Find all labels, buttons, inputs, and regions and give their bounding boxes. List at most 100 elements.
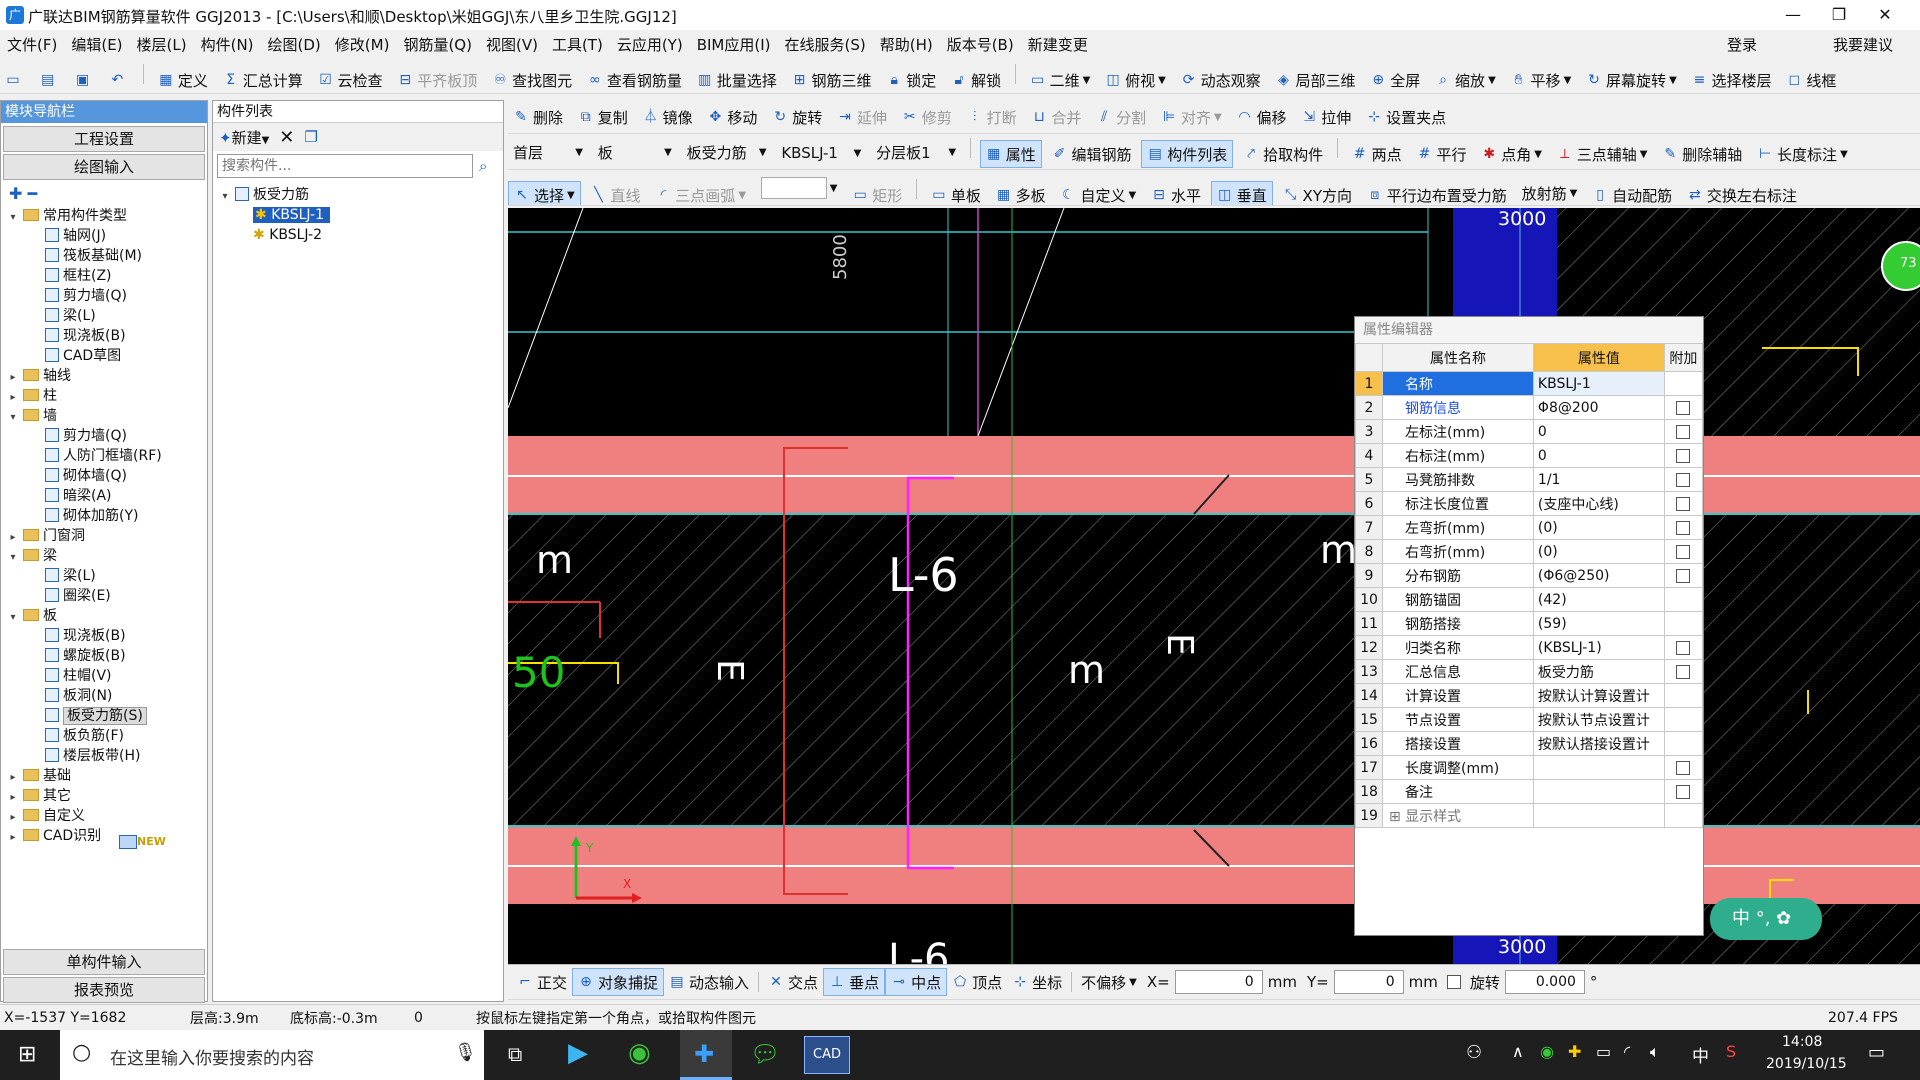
tree-root-slab-rebar[interactable]: ▾ 板受力筋 (219, 185, 503, 205)
collapse-all-icon[interactable]: ━ (28, 184, 38, 203)
nav-tree-item[interactable]: ▸ 柱 (7, 386, 207, 406)
people-icon[interactable]: ⚇ (1466, 1042, 1482, 1063)
menu-help[interactable]: 帮助(H) (873, 30, 940, 60)
parallel-edge-rebar-button[interactable]: ⧈ 平行边布置受力筋 (1362, 181, 1512, 205)
property-value[interactable]: (支座中心线) (1532, 491, 1665, 516)
tray-browser-icon[interactable]: ◉ (1540, 1042, 1554, 1061)
offset-button[interactable]: ◠ 偏移 (1231, 103, 1291, 131)
property-value[interactable]: 按默认节点设置计 (1532, 707, 1665, 732)
horizontal-button[interactable]: ⊟ 水平 (1146, 181, 1206, 205)
browser-icon[interactable]: ◉ (628, 1038, 651, 1068)
nav-tree-item[interactable]: 板洞(N) (7, 686, 207, 706)
property-row[interactable]: 1 名称 KBSLJ-1 (1355, 371, 1704, 396)
cad-app-icon[interactable]: CAD (804, 1036, 850, 1074)
menu-modify[interactable]: 修改(M) (328, 30, 397, 60)
add-checkbox[interactable] (1676, 400, 1691, 415)
property-value[interactable]: 0 (1532, 419, 1665, 444)
property-row[interactable]: 6 标注长度位置 (支座中心线) (1355, 491, 1704, 516)
add-checkbox[interactable] (1676, 448, 1691, 463)
rebar-3d-button[interactable]: ⊞ 钢筋三维 (786, 66, 876, 93)
batch-select-button[interactable]: ▥ 批量选择 (692, 66, 782, 93)
trim-button[interactable]: ✂ 修剪 (897, 103, 957, 131)
select-floor-button[interactable]: ≡ 选择楼层 (1687, 66, 1777, 93)
select-button[interactable]: ↖ 选择 ▼ (508, 181, 581, 205)
rectangle-button[interactable]: ▭ 矩形 (847, 181, 907, 205)
single-component-input-button[interactable]: 单构件输入 (3, 949, 205, 975)
expand-toggle-icon[interactable]: ▸ (7, 388, 19, 408)
radial-rebar-button[interactable]: 放射筋 ▼ (1517, 180, 1583, 206)
new-file-button[interactable]: ▭ (0, 66, 30, 93)
property-row[interactable]: 12 归类名称 (KBSLJ-1) (1355, 635, 1704, 660)
multi-slab-button[interactable]: ▦ 多板 (991, 181, 1051, 205)
menu-tools[interactable]: 工具(T) (545, 30, 610, 60)
property-value[interactable]: 1/1 (1532, 467, 1665, 492)
component-search-input[interactable] (217, 154, 473, 178)
nav-tree-item[interactable]: 砌体加筋(Y) (7, 506, 207, 526)
expand-icon[interactable]: ⊞ (1389, 809, 1405, 825)
nav-tree-item[interactable]: 现浇板(B) (7, 626, 207, 646)
properties-button[interactable]: ▦ 属性 (979, 140, 1042, 168)
nav-tree-item[interactable]: 剪力墙(Q) (7, 286, 207, 306)
nav-tree-item[interactable]: 楼层板带(H) (7, 746, 207, 766)
component-item-kbslj-2[interactable]: ✱ KBSLJ-2 (219, 225, 503, 245)
add-checkbox[interactable] (1676, 760, 1691, 775)
intersection-snap-button[interactable]: ✕ 交点 (763, 968, 823, 996)
property-value[interactable] (1532, 803, 1665, 828)
save-button[interactable]: ▣ (70, 66, 100, 93)
wifi-icon[interactable]: ◜ (1624, 1042, 1630, 1061)
minimize-button[interactable]: — (1770, 0, 1816, 30)
split-button[interactable]: ⫽ 分割 (1091, 103, 1151, 131)
arc-type-select[interactable]: ▼ (756, 174, 843, 202)
sogou-icon[interactable]: S (1726, 1042, 1736, 1061)
nav-tree-item[interactable]: ▾ 常用构件类型 (7, 206, 207, 226)
align-button[interactable]: ⊫ 对齐 ▼ (1156, 103, 1227, 131)
property-value[interactable]: (42) (1532, 587, 1665, 612)
nav-tree-item[interactable]: ▾ 墙 (7, 406, 207, 426)
rotate-checkbox[interactable] (1446, 975, 1461, 989)
suggest-button[interactable]: 我要建议 (1826, 30, 1900, 60)
edit-rebar-button[interactable]: ✐ 编辑钢筋 (1046, 140, 1136, 168)
property-row[interactable]: 3 左标注(mm) 0 (1355, 419, 1704, 444)
break-button[interactable]: ⫶ 打断 (962, 103, 1022, 131)
component-select[interactable]: KBSLJ-1 ▼ (776, 139, 866, 167)
project-settings-button[interactable]: 工程设置 (3, 126, 205, 152)
property-value[interactable]: (Φ6@250) (1532, 563, 1665, 588)
tray-plus-icon[interactable]: ✚ (1568, 1042, 1581, 1061)
find-element-button[interactable]: ♾ 查找图元 (487, 66, 577, 93)
layer-select[interactable]: 分层板1 ▼ (871, 139, 961, 167)
wireframe-button[interactable]: ◻ 线框 (1781, 66, 1841, 93)
property-value[interactable]: (0) (1532, 539, 1665, 564)
component-list-button[interactable]: ▤ 构件列表 (1141, 140, 1234, 168)
property-row[interactable]: 13 汇总信息 板受力筋 (1355, 659, 1704, 684)
nav-tree-item[interactable]: 现浇板(B) (7, 326, 207, 346)
add-checkbox[interactable] (1676, 568, 1691, 583)
two-point-button[interactable]: # 两点 (1347, 140, 1407, 168)
menu-cloud[interactable]: 云应用(Y) (610, 30, 690, 60)
property-row[interactable]: 17 长度调整(mm) (1355, 755, 1704, 780)
add-checkbox[interactable] (1676, 472, 1691, 487)
collapse-toggle-icon[interactable]: ▾ (7, 608, 19, 628)
add-checkbox[interactable] (1676, 664, 1691, 679)
copy-button[interactable]: ⧉ 复制 (573, 103, 633, 131)
collapse-toggle-icon[interactable]: ▾ (7, 548, 19, 568)
expand-toggle-icon[interactable]: ▸ (7, 768, 19, 788)
property-value[interactable]: 按默认计算设置计 (1532, 683, 1665, 708)
point-angle-button[interactable]: ✱ 点角 ▼ (1476, 140, 1547, 168)
property-row[interactable]: 5 马凳筋排数 1/1 (1355, 467, 1704, 492)
three-point-axis-button[interactable]: ⟂ 三点辅轴 ▼ (1552, 140, 1653, 168)
menu-view[interactable]: 视图(V) (479, 30, 545, 60)
wechat-icon[interactable]: 💬︎ (750, 1040, 780, 1068)
drawing-canvas[interactable]: Y X 5800 3000 3000 L-6 L-6 m m m E E 50 … (508, 208, 1920, 964)
property-row[interactable]: 11 钢筋搭接 (59) (1355, 611, 1704, 636)
nav-tree-item[interactable]: 梁(L) (7, 306, 207, 326)
define-button[interactable]: ▦ 定义 (153, 66, 213, 93)
nav-tree-item[interactable]: 梁(L) (7, 566, 207, 586)
collapse-toggle-icon[interactable]: ▾ (7, 408, 19, 428)
menu-floor[interactable]: 楼层(L) (130, 30, 194, 60)
battery-icon[interactable]: ▭ (1596, 1042, 1611, 1061)
move-button[interactable]: ✥ 移动 (702, 103, 762, 131)
property-value[interactable] (1532, 779, 1665, 804)
add-checkbox[interactable] (1676, 784, 1691, 799)
expand-toggle-icon[interactable]: ▸ (7, 828, 19, 848)
x-input[interactable]: 0 (1174, 970, 1263, 994)
